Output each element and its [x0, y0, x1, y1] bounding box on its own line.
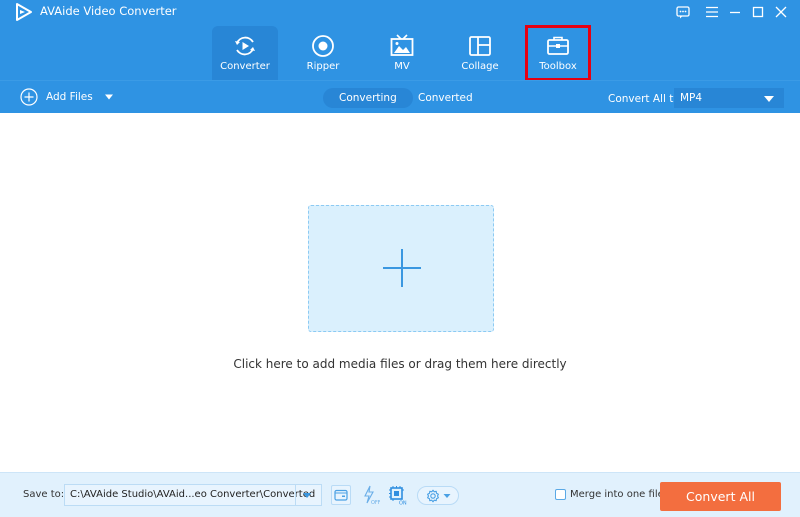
tab-collage[interactable]: Collage	[447, 26, 513, 80]
minimize-icon	[730, 11, 740, 14]
close-button[interactable]	[772, 3, 790, 21]
dropzone-hint[interactable]: Click here to add media files or drag th…	[0, 357, 800, 371]
add-files-button[interactable]: Add Files	[20, 87, 114, 107]
title-bar: AVAide Video Converter	[0, 0, 800, 24]
gpu-acceleration-on-icon: ON	[389, 486, 407, 506]
app-title: AVAide Video Converter	[40, 4, 177, 18]
maximize-button[interactable]	[749, 3, 767, 21]
convert-all-button[interactable]: Convert All	[660, 482, 781, 511]
tab-converter[interactable]: Converter	[212, 26, 278, 80]
settings-dropdown-button[interactable]	[417, 486, 459, 505]
tab-converting[interactable]: Converting	[323, 88, 413, 108]
tab-ripper-label: Ripper	[306, 61, 340, 72]
tab-toolbox[interactable]: Toolbox	[525, 25, 591, 81]
merge-label: Merge into one file	[570, 489, 664, 500]
tab-toolbox-label: Toolbox	[539, 61, 577, 72]
add-media-dropzone[interactable]	[308, 205, 494, 332]
add-icon	[20, 88, 38, 106]
close-icon	[775, 6, 787, 18]
minimize-button[interactable]	[726, 3, 744, 21]
tab-converted[interactable]: Converted	[402, 88, 489, 108]
menu-button[interactable]	[703, 3, 721, 21]
hardware-acceleration-toggle[interactable]: OFF	[360, 485, 380, 505]
output-format-select[interactable]: MP4	[674, 88, 784, 108]
app-header: AVAide Video Converter Converter Ripper …	[0, 0, 800, 113]
open-folder-button[interactable]	[331, 485, 351, 505]
add-files-label: Add Files	[46, 91, 93, 103]
tab-mv-label: MV	[394, 61, 410, 72]
main-nav: Converter Ripper MV Collage Toolbox	[0, 25, 800, 81]
menu-icon	[706, 6, 718, 18]
toolbox-icon	[547, 36, 569, 55]
merge-option[interactable]: Merge into one file	[555, 489, 664, 500]
chevron-down-icon	[443, 493, 450, 498]
merge-checkbox[interactable]	[555, 489, 566, 500]
tab-mv[interactable]: MV	[369, 26, 435, 80]
ripper-icon	[312, 35, 334, 57]
save-path-field[interactable]: C:\AVAide Studio\AVAid...eo Converter\Co…	[64, 484, 322, 506]
collage-icon	[469, 36, 491, 56]
plus-icon-vertical	[401, 249, 403, 287]
svg-text:ON: ON	[399, 501, 407, 506]
tab-ripper[interactable]: Ripper	[290, 26, 356, 80]
save-path-value: C:\AVAide Studio\AVAid...eo Converter\Co…	[70, 489, 316, 500]
output-format-value: MP4	[680, 92, 703, 104]
tab-collage-label: Collage	[461, 61, 499, 72]
gpu-acceleration-toggle[interactable]: ON	[388, 485, 408, 505]
feedback-button[interactable]	[674, 3, 692, 21]
chevron-down-icon	[764, 96, 774, 102]
open-folder-icon	[334, 489, 348, 501]
svg-text:OFF: OFF	[371, 500, 380, 505]
footer-bar: Save to: C:\AVAide Studio\AVAid...eo Con…	[0, 472, 800, 517]
divider	[295, 485, 296, 505]
settings-icon	[426, 489, 439, 502]
hardware-acceleration-off-icon: OFF	[364, 485, 380, 505]
chevron-down-icon[interactable]	[104, 93, 114, 101]
app-logo-icon	[16, 3, 32, 21]
converter-toolbar: Add Files Converting Converted Convert A…	[0, 80, 800, 113]
converter-icon	[235, 36, 255, 56]
maximize-icon	[752, 6, 764, 18]
feedback-icon	[676, 5, 690, 18]
save-to-label: Save to:	[23, 489, 65, 500]
tab-converter-label: Converter	[220, 61, 270, 72]
convert-all-to-label: Convert All to:	[608, 93, 684, 105]
chevron-down-icon[interactable]	[303, 493, 311, 498]
mv-icon	[390, 34, 414, 56]
